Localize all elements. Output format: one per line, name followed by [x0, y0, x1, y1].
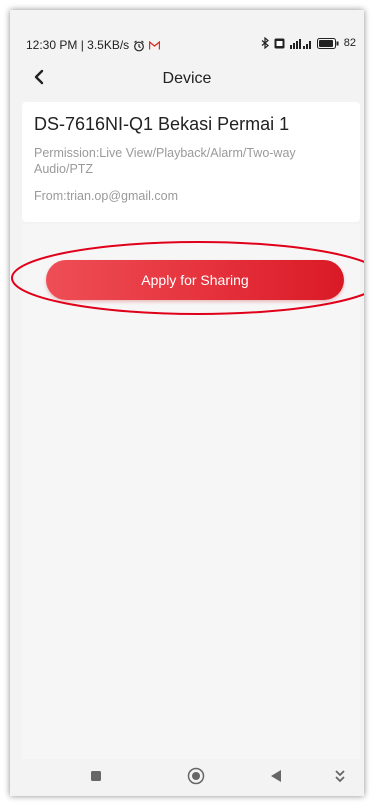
clock-icon	[133, 38, 145, 52]
recents-button[interactable]	[86, 768, 106, 788]
shared-from-text: From:trian.op@gmail.com	[34, 189, 178, 203]
system-nav-bar	[10, 760, 364, 796]
status-bar: 12:30 PM | 3.5KB/s 82	[10, 10, 364, 60]
home-button[interactable]	[186, 767, 206, 790]
battery-percent: 82	[343, 37, 356, 50]
home-icon	[187, 767, 205, 790]
status-right: 82	[261, 37, 356, 50]
page-title: Device	[162, 70, 212, 87]
back-icon	[270, 769, 282, 788]
battery-icon	[316, 37, 339, 49]
status-time-speed: 12:30 PM | 3.5KB/s	[26, 38, 130, 52]
notification-pull-icon	[334, 769, 346, 788]
phone-frame: 12:30 PM | 3.5KB/s 82 Device DS-7616NI-Q…	[10, 10, 364, 796]
system-back-button[interactable]	[266, 768, 286, 788]
apply-for-sharing-button[interactable]: Apply for Sharing	[46, 260, 344, 300]
permission-text: Permission:Live View/Playback/Alarm/Two-…	[34, 146, 296, 176]
gmail-icon	[149, 38, 161, 52]
signal-icon	[289, 37, 312, 49]
sim-icon	[274, 37, 285, 49]
nav-bar: Device	[10, 60, 364, 100]
bluetooth-icon	[261, 37, 269, 50]
device-name: DS-7616NI-Q1 Bekasi Permai 1	[34, 114, 290, 134]
device-card: DS-7616NI-Q1 Bekasi Permai 1 Permission:…	[22, 102, 360, 222]
device-info: DS-7616NI-Q1 Bekasi Permai 1 Permission:…	[34, 114, 354, 203]
notification-pull-button[interactable]	[330, 768, 350, 788]
status-left: 12:30 PM | 3.5KB/s	[26, 38, 161, 52]
content-area	[22, 224, 360, 759]
recents-icon	[90, 769, 102, 787]
